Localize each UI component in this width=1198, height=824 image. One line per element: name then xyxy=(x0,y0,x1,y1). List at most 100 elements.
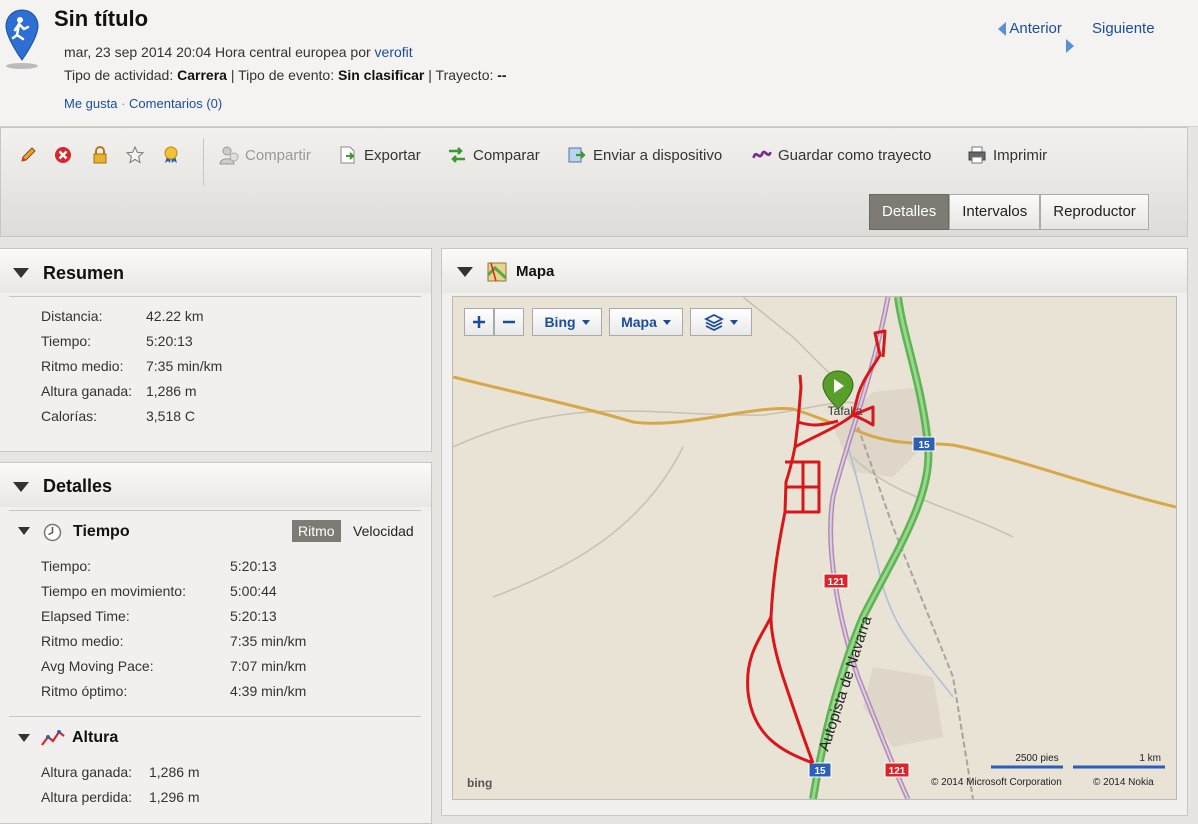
print-button[interactable]: Imprimir xyxy=(967,145,1047,165)
time-row-value: 7:07 min/km xyxy=(230,658,307,674)
time-section-title: Tiempo xyxy=(73,523,130,540)
altitude-section-title: Altura xyxy=(72,729,119,746)
map-background xyxy=(453,297,1176,799)
collapse-caret-icon[interactable] xyxy=(13,268,29,278)
favorite-star-icon[interactable] xyxy=(126,146,144,164)
map-graphic[interactable]: 15 121 15 121 Autopista de Navarra Tafal… xyxy=(453,297,1176,799)
minus-icon xyxy=(503,320,515,324)
altitude-row-value: 1,286 m xyxy=(149,764,200,780)
details-divider xyxy=(9,510,421,511)
altitude-row-label: Altura perdida: xyxy=(41,789,133,805)
compare-label: Comparar xyxy=(473,146,540,164)
road-shield-15-south-text: 15 xyxy=(814,766,826,777)
chevron-down-icon xyxy=(730,319,738,325)
time-row-label: Avg Moving Pace: xyxy=(41,658,154,674)
map-provider-select[interactable]: Bing xyxy=(532,308,602,336)
previous-link[interactable]: Anterior xyxy=(998,20,1062,37)
event-type-label: | Tipo de evento: xyxy=(226,67,338,83)
speed-toggle[interactable]: Velocidad xyxy=(353,520,414,542)
plus-icon xyxy=(473,316,485,328)
compare-button[interactable]: Comparar xyxy=(447,145,540,165)
summary-row-label: Ritmo medio: xyxy=(41,358,124,374)
summary-divider xyxy=(9,296,421,297)
pace-toggle[interactable]: Ritmo xyxy=(292,520,341,542)
share-label: Compartir xyxy=(245,146,311,164)
toolbar-divider xyxy=(203,138,204,186)
activity-type-label: Tipo de actividad: xyxy=(64,67,178,83)
time-row: Tiempo en movimiento: 5:00:44 xyxy=(41,583,277,599)
summary-row: Tiempo: 5:20:13 xyxy=(41,333,193,349)
details-title: Detalles xyxy=(43,476,113,496)
social-links: Me gusta · Comentarios (0) xyxy=(64,96,222,111)
send-to-device-label: Enviar a dispositivo xyxy=(593,146,723,164)
zoom-in-button[interactable] xyxy=(464,308,494,336)
export-label: Exportar xyxy=(364,146,421,164)
collapse-caret-icon[interactable] xyxy=(13,482,29,492)
export-icon xyxy=(340,146,355,164)
map-provider-value: Bing xyxy=(544,314,576,330)
map-type-select[interactable]: Mapa xyxy=(609,308,683,336)
social-separator: · xyxy=(117,96,130,111)
time-row-value: 5:20:13 xyxy=(230,558,277,574)
badge-icon[interactable] xyxy=(162,146,180,164)
road-shield-15-text: 15 xyxy=(918,440,930,451)
altitude-collapse-caret-icon[interactable] xyxy=(18,734,30,742)
activity-date: mar, 23 sep 2014 20:04 Hora central euro… xyxy=(64,44,413,60)
user-link[interactable]: verofit xyxy=(375,44,413,60)
summary-row-value: 3,518 C xyxy=(146,408,196,424)
layers-icon xyxy=(704,313,724,331)
comments-link[interactable]: Comentarios (0) xyxy=(129,96,222,111)
activity-toolbar: Compartir Exportar Comparar Enviar a dis… xyxy=(0,127,1188,237)
next-label: Siguiente xyxy=(1092,20,1155,37)
time-row-value: 5:00:44 xyxy=(230,583,277,599)
share-icon xyxy=(219,146,239,165)
send-to-device-button[interactable]: Enviar a dispositivo xyxy=(567,145,722,165)
time-row: Avg Moving Pace: 7:07 min/km xyxy=(41,658,306,674)
printer-icon xyxy=(968,146,986,164)
altitude-chart-icon xyxy=(41,730,65,746)
activity-header: Sin título mar, 23 sep 2014 20:04 Hora c… xyxy=(0,0,1198,127)
map-collapse-caret-icon[interactable] xyxy=(457,267,473,277)
time-row: Ritmo óptimo: 4:39 min/km xyxy=(41,683,306,699)
copyright-microsoft: © 2014 Microsoft Corporation xyxy=(931,777,1062,788)
summary-row: Ritmo medio: 7:35 min/km xyxy=(41,358,222,374)
tab-player[interactable]: Reproductor xyxy=(1040,194,1149,230)
summary-row-value: 5:20:13 xyxy=(146,333,193,349)
time-row-label: Tiempo en movimiento: xyxy=(41,583,186,599)
zoom-out-button[interactable] xyxy=(494,308,524,336)
map-canvas[interactable]: 15 121 15 121 Autopista de Navarra Tafal… xyxy=(452,296,1177,800)
map-type-value: Mapa xyxy=(621,314,657,330)
like-link[interactable]: Me gusta xyxy=(64,96,117,111)
summary-row: Altura ganada: 1,286 m xyxy=(41,383,197,399)
save-as-course-label: Guardar como trayecto xyxy=(778,146,932,164)
next-link[interactable]: Siguiente xyxy=(1066,20,1155,54)
print-label: Imprimir xyxy=(993,146,1048,164)
map-title: Mapa xyxy=(516,263,555,280)
altitude-row: Altura perdida: 1,296 m xyxy=(41,789,200,805)
time-collapse-caret-icon[interactable] xyxy=(18,527,30,535)
map-icon xyxy=(487,262,507,282)
time-row-label: Ritmo medio: xyxy=(41,633,124,649)
summary-row-label: Altura ganada: xyxy=(41,383,133,399)
share-button[interactable]: Compartir xyxy=(219,145,311,165)
copyright-nokia: © 2014 Nokia xyxy=(1093,777,1154,788)
save-as-course-button[interactable]: Guardar como trayecto xyxy=(752,145,931,165)
tab-intervals[interactable]: Intervalos xyxy=(949,194,1041,230)
altitude-row: Altura ganada: 1,286 m xyxy=(41,764,200,780)
view-tabs: Detalles Intervalos Reproductor xyxy=(869,194,1149,230)
activity-type-line: Tipo de actividad: Carrera | Tipo de eve… xyxy=(64,67,507,83)
lock-icon[interactable] xyxy=(91,146,109,164)
time-row-value: 7:35 min/km xyxy=(230,633,307,649)
activity-type-value: Carrera xyxy=(177,67,227,83)
route-value: -- xyxy=(497,67,507,83)
route-label: | Trayecto: xyxy=(424,67,498,83)
previous-label: Anterior xyxy=(1009,20,1062,37)
export-button[interactable]: Exportar xyxy=(338,145,421,165)
time-row: Ritmo medio: 7:35 min/km xyxy=(41,633,306,649)
tab-details[interactable]: Detalles xyxy=(869,194,950,230)
map-layers-select[interactable] xyxy=(690,308,752,336)
scale-km-label: 1 km xyxy=(1139,753,1161,764)
edit-pencil-icon[interactable] xyxy=(19,146,37,164)
delete-icon[interactable] xyxy=(54,146,72,164)
event-type-value: Sin clasificar xyxy=(337,67,425,83)
